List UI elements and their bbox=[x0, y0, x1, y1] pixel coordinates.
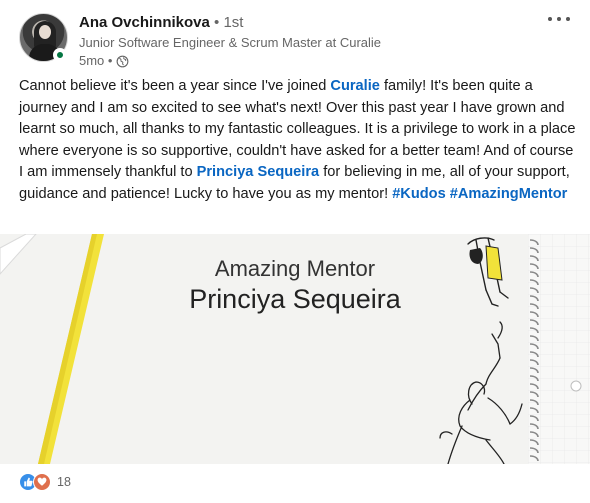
reactions-summary[interactable]: 18 bbox=[19, 473, 71, 491]
author-headline: Junior Software Engineer & Scrum Master … bbox=[79, 35, 382, 50]
image-subtitle: Princiya Sequeira bbox=[189, 284, 401, 314]
post-image[interactable]: Amazing Mentor Princiya Sequeira bbox=[0, 234, 590, 464]
mention-link[interactable]: Princiya Sequeira bbox=[197, 164, 320, 180]
post-text: Cannot believe it's been a year since I'… bbox=[19, 76, 579, 205]
author-line: Ana Ovchinnikova • 1st bbox=[79, 14, 243, 32]
online-status-icon bbox=[53, 48, 67, 62]
post-meta: 5mo • bbox=[79, 53, 129, 69]
company-link[interactable]: Curalie bbox=[330, 78, 379, 94]
image-title: Amazing Mentor bbox=[214, 256, 376, 281]
hashtag-kudos[interactable]: #Kudos bbox=[392, 186, 446, 202]
love-icon bbox=[33, 473, 51, 491]
connection-degree: • 1st bbox=[214, 14, 244, 31]
post-text-part1: Cannot believe it's been a year since I'… bbox=[19, 78, 331, 94]
globe-icon bbox=[117, 55, 129, 67]
avatar-face bbox=[39, 25, 51, 39]
author-name[interactable]: Ana Ovchinnikova bbox=[79, 14, 210, 31]
more-options-icon[interactable] bbox=[548, 12, 570, 26]
post-time: 5mo • bbox=[79, 53, 113, 68]
reaction-count: 18 bbox=[57, 475, 71, 489]
social-counts: 18 bbox=[0, 464, 590, 503]
post-header: Ana Ovchinnikova • 1st Junior Software E… bbox=[0, 0, 590, 69]
hashtag-amazing-mentor[interactable]: #AmazingMentor bbox=[450, 186, 568, 202]
